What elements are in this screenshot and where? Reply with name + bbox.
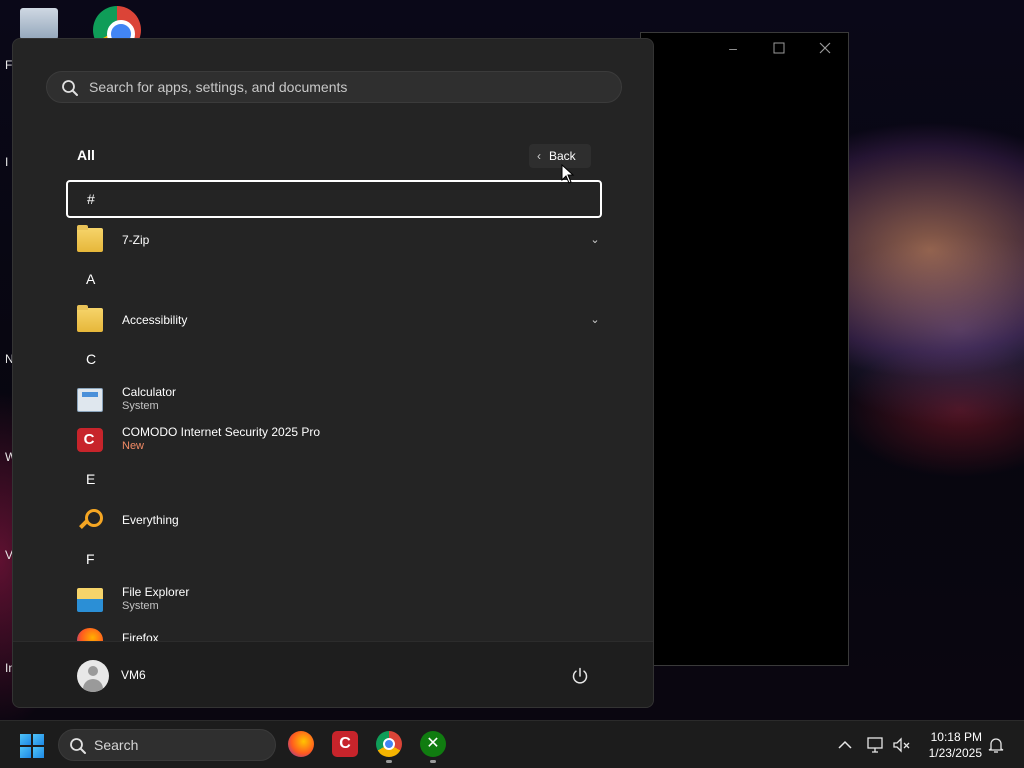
running-indicator (430, 760, 436, 763)
group-header-f[interactable]: F (66, 540, 602, 578)
power-icon[interactable] (570, 666, 590, 686)
minimize-button[interactable]: – (723, 38, 743, 58)
clock-time: 10:18 PM (930, 730, 982, 744)
windows-logo-icon (20, 734, 31, 745)
app-item-accessibility[interactable]: Accessibility ⌄ (73, 300, 603, 340)
taskbar-comodo-icon[interactable] (332, 731, 358, 757)
new-badge: New (122, 440, 145, 452)
windows-logo-pane (33, 747, 44, 758)
app-name: COMODO Internet Security 2025 Pro (122, 425, 321, 439)
start-menu: All ‹ Back # 7-Zip ⌄ A Accessibility ⌄ C… (12, 38, 654, 708)
desktop-label-fragment: I (5, 155, 9, 169)
recycle-bin-icon[interactable] (20, 8, 58, 42)
all-apps-list[interactable]: # 7-Zip ⌄ A Accessibility ⌄ C Calculator… (13, 179, 653, 643)
folder-icon (77, 225, 103, 252)
taskbar-chrome-icon[interactable] (376, 731, 402, 757)
bell-icon[interactable] (986, 735, 1006, 755)
system-clock[interactable]: 10:18 PM 1/23/2025 (916, 729, 982, 761)
app-item-comodo[interactable]: COMODO Internet Security 2025 Pro New (73, 420, 603, 460)
app-item-everything[interactable]: Everything (73, 500, 603, 540)
search-icon (70, 738, 86, 754)
app-subtitle: System (122, 400, 159, 412)
start-search-input[interactable] (89, 72, 609, 102)
start-search-box[interactable] (46, 71, 622, 103)
close-icon (819, 42, 831, 54)
chevron-up-icon[interactable] (835, 735, 855, 755)
all-apps-title: All (77, 147, 95, 163)
folder-icon (77, 305, 103, 332)
start-menu-footer: VM6 (13, 641, 653, 707)
windows-logo-pane (33, 734, 44, 745)
chevron-down-icon[interactable]: ⌄ (587, 312, 603, 328)
taskbar-firefox-icon[interactable] (288, 731, 314, 757)
search-icon (62, 80, 78, 96)
back-button-label: Back (549, 149, 576, 163)
group-header-hash[interactable]: # (66, 180, 602, 218)
back-button[interactable]: ‹ Back (529, 144, 591, 168)
group-header-a[interactable]: A (66, 260, 602, 298)
running-indicator (386, 760, 392, 763)
volume-muted-icon[interactable] (892, 735, 912, 755)
taskbar: Search ✕ 10:18 PM 1/23/2025 (0, 720, 1024, 768)
close-button[interactable] (815, 38, 835, 58)
mouse-cursor-icon (561, 164, 575, 184)
calculator-icon (77, 388, 103, 412)
app-name: Firefox (122, 631, 159, 643)
app-subtitle: System (122, 600, 159, 612)
network-icon[interactable] (866, 735, 886, 755)
app-item-calculator[interactable]: Calculator System (73, 380, 603, 420)
windows-logo-pane (20, 747, 31, 758)
user-avatar[interactable] (77, 660, 109, 692)
background-window[interactable] (640, 32, 849, 666)
app-name: Calculator (122, 385, 177, 399)
app-name: 7-Zip (122, 233, 150, 247)
app-item-file-explorer[interactable]: File Explorer System (73, 580, 603, 620)
app-name: Accessibility (122, 313, 188, 327)
app-name: Everything (122, 513, 179, 527)
maximize-button[interactable] (769, 38, 789, 58)
app-name: File Explorer (122, 585, 190, 599)
file-explorer-icon (77, 588, 103, 612)
maximize-icon (773, 42, 785, 54)
app-item-7-zip[interactable]: 7-Zip ⌄ (73, 220, 603, 260)
app-item-firefox[interactable]: Firefox (73, 620, 603, 643)
taskbar-search-label: Search (94, 737, 139, 753)
magnifier-icon (77, 508, 103, 532)
taskbar-search[interactable]: Search (58, 729, 276, 761)
comodo-icon (77, 428, 103, 452)
user-name[interactable]: VM6 (121, 668, 146, 682)
chevron-down-icon[interactable]: ⌄ (587, 232, 603, 248)
clock-date: 1/23/2025 (928, 746, 982, 760)
chevron-left-icon: ‹ (537, 149, 541, 163)
taskbar-xbox-icon[interactable]: ✕ (420, 731, 446, 757)
group-header-c[interactable]: C (66, 340, 602, 378)
start-button[interactable] (20, 734, 44, 758)
group-header-e[interactable]: E (66, 460, 602, 498)
